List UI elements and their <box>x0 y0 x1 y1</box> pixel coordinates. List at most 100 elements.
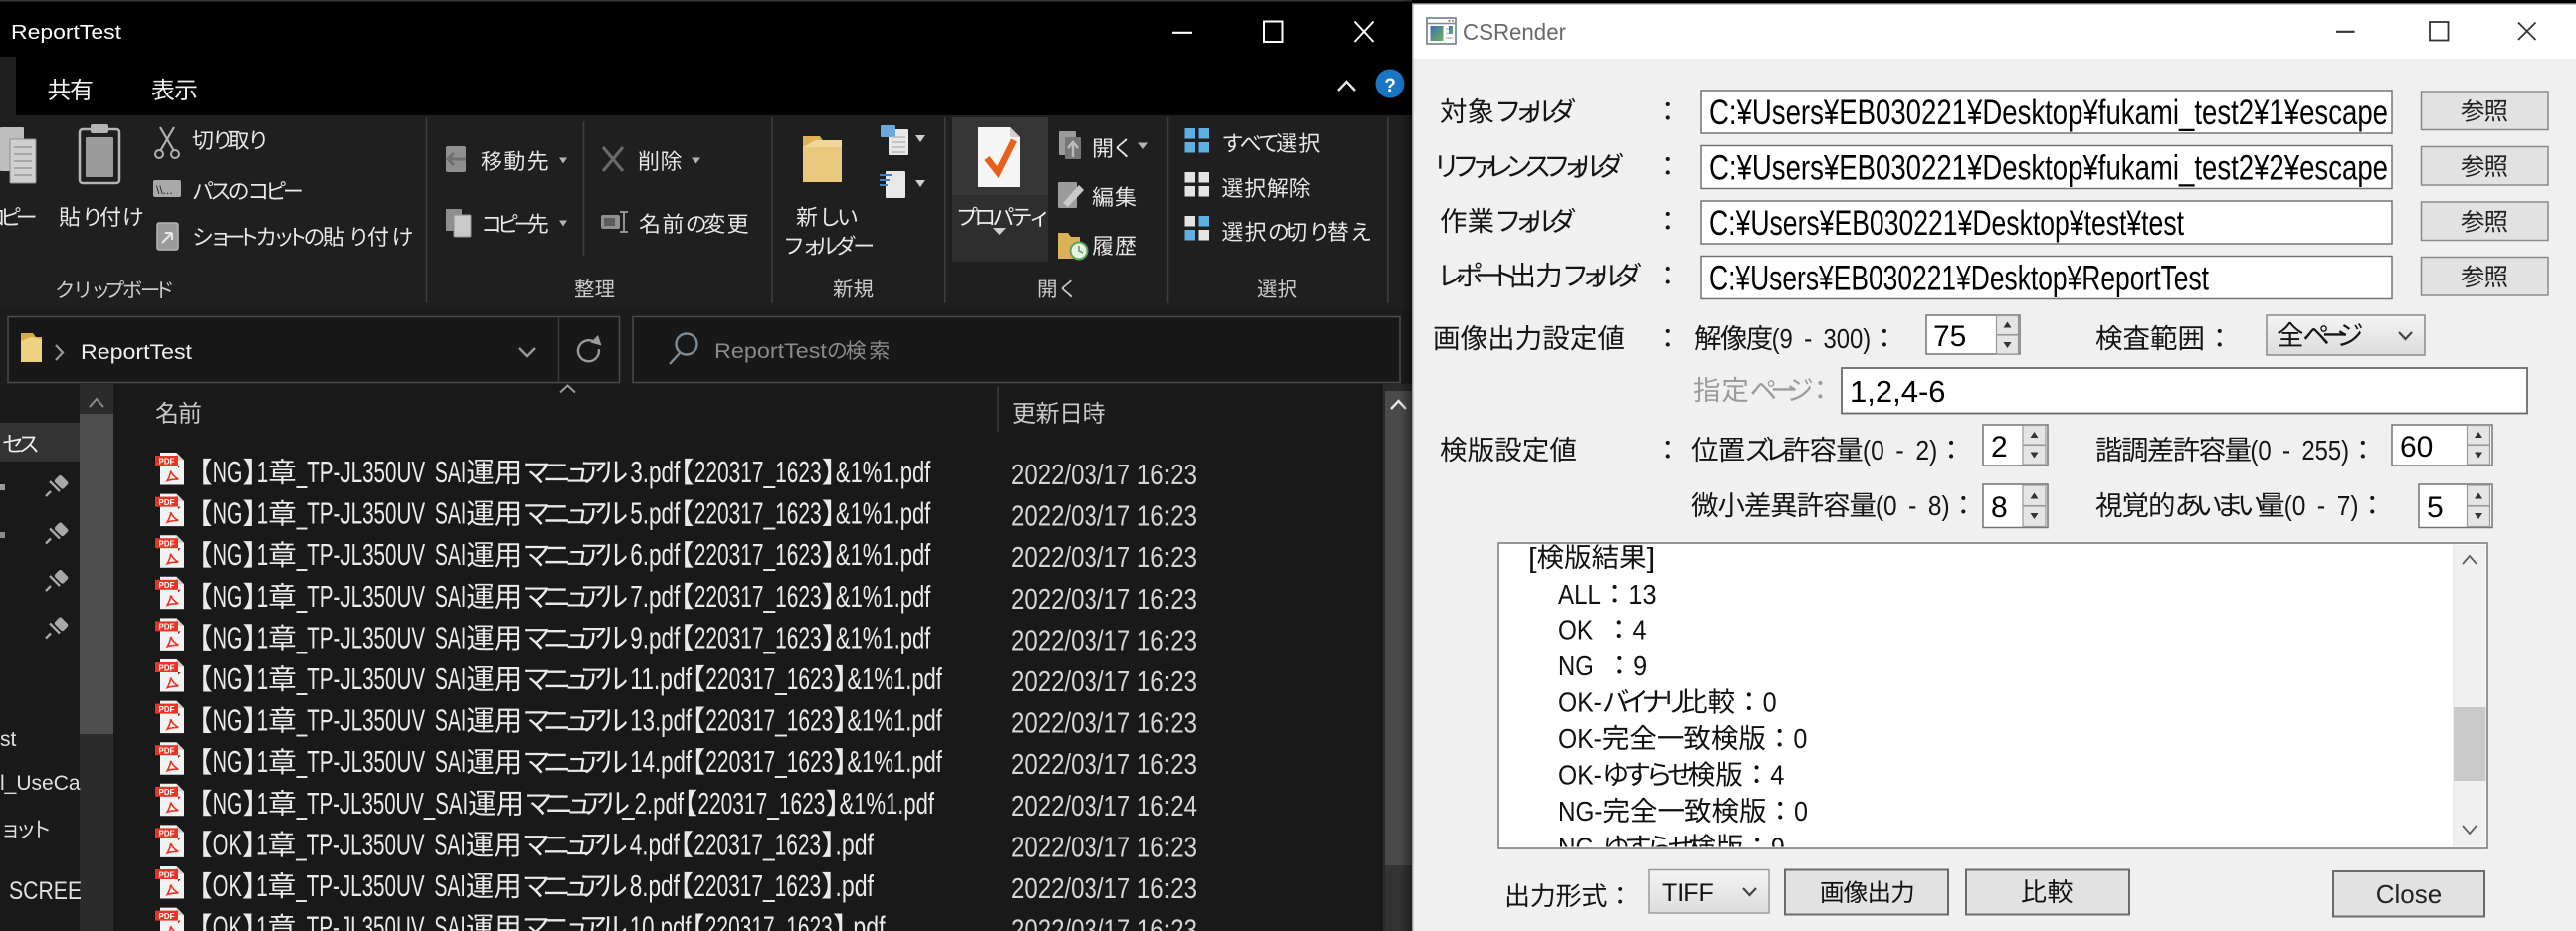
svg-text:C:¥Users¥EB030221¥Desktop¥test: C:¥Users¥EB030221¥Desktop¥test¥test <box>1709 204 2184 243</box>
svg-text:.pdf: .pdf <box>835 869 874 903</box>
svg-text:220317_1623: 220317_1623 <box>694 828 821 861</box>
svg-text:&1%1.pdf: &1%1.pdf <box>840 787 935 821</box>
svg-text:220317_1623: 220317_1623 <box>705 662 833 696</box>
svg-text:220317_1623: 220317_1623 <box>705 704 833 738</box>
svg-text:4.pdf: 4.pdf <box>630 828 681 861</box>
svg-text:1,2,4-6: 1,2,4-6 <box>1850 374 1946 409</box>
svg-text:OK-: OK- <box>1558 723 1602 754</box>
svg-text:13: 13 <box>1628 579 1656 610</box>
svg-text:1: 1 <box>257 580 269 614</box>
svg-text:&1%1.pdf: &1%1.pdf <box>836 456 931 489</box>
svg-text:OK: OK <box>213 828 242 861</box>
svg-text:9: 9 <box>1633 651 1647 681</box>
svg-text:NG: NG <box>213 745 243 779</box>
svg-text:OK: OK <box>1558 615 1594 646</box>
svg-text:7.pdf: 7.pdf <box>630 580 681 614</box>
svg-text:_TP-JL350UV: _TP-JL350UV <box>296 497 426 531</box>
svg-text:&1%1.pdf: &1%1.pdf <box>836 497 931 531</box>
svg-text:220317_1623: 220317_1623 <box>694 497 822 531</box>
svg-text:&1%1.pdf: &1%1.pdf <box>836 580 931 614</box>
svg-text:SAI: SAI <box>435 497 466 531</box>
svg-text:2022/03/17 16:23: 2022/03/17 16:23 <box>1011 832 1197 863</box>
svg-text:&1%1.pdf: &1%1.pdf <box>848 704 943 738</box>
svg-text:1: 1 <box>257 662 269 696</box>
svg-text:_TP-JL350UV: _TP-JL350UV <box>296 704 426 738</box>
svg-text:OK: OK <box>213 911 242 931</box>
svg-text:1: 1 <box>256 911 268 931</box>
svg-text:SAI: SAI <box>435 704 466 738</box>
svg-text:(0: (0 <box>2284 490 2306 521</box>
svg-text:NG: NG <box>213 456 243 489</box>
svg-text:0: 0 <box>1763 687 1777 718</box>
svg-text:0: 0 <box>1793 723 1807 754</box>
svg-text:SAI: SAI <box>434 828 465 861</box>
svg-text:4: 4 <box>1633 615 1647 646</box>
svg-text:8): 8) <box>1928 490 1950 521</box>
svg-text:-: - <box>2317 490 2326 521</box>
svg-text:NG: NG <box>213 787 243 821</box>
svg-text:220317_1623: 220317_1623 <box>694 621 822 654</box>
svg-text:\\...: \\... <box>156 183 173 197</box>
svg-text:220317_1623: 220317_1623 <box>694 869 821 903</box>
svg-text:2022/03/17 16:23: 2022/03/17 16:23 <box>1011 584 1197 616</box>
svg-text:?: ? <box>1384 76 1396 96</box>
svg-text:_TP-JL350UV: _TP-JL350UV <box>296 538 426 572</box>
svg-text:2022/03/17 16:23: 2022/03/17 16:23 <box>1011 666 1197 698</box>
svg-text:6.pdf: 6.pdf <box>630 538 681 572</box>
svg-text:2022/03/17 16:23: 2022/03/17 16:23 <box>1011 625 1197 656</box>
svg-text:&1%1.pdf: &1%1.pdf <box>836 538 931 572</box>
svg-text:8: 8 <box>1991 491 2008 524</box>
svg-text:C:¥Users¥EB030221¥Desktop¥fuka: C:¥Users¥EB030221¥Desktop¥fukami_test2¥1… <box>1709 93 2388 132</box>
svg-text:4: 4 <box>1770 760 1784 791</box>
svg-text:1: 1 <box>257 787 269 821</box>
svg-text:2022/03/17 16:23: 2022/03/17 16:23 <box>1011 542 1197 574</box>
svg-text:2022/03/17 16:23: 2022/03/17 16:23 <box>1011 460 1197 491</box>
svg-text:13.pdf: 13.pdf <box>630 704 692 738</box>
svg-text:_TP-JL350UV: _TP-JL350UV <box>296 621 426 654</box>
svg-text:SAI: SAI <box>434 869 465 903</box>
svg-text:2022/03/17 16:23: 2022/03/17 16:23 <box>1011 501 1197 533</box>
svg-text:5.pdf: 5.pdf <box>630 497 681 531</box>
svg-text:SCREEI: SCREEI <box>9 877 88 905</box>
svg-text:ReportTest: ReportTest <box>11 22 121 44</box>
svg-text:_TP-JL350UV: _TP-JL350UV <box>296 662 426 696</box>
svg-text:220317_1623: 220317_1623 <box>705 911 833 931</box>
svg-text:2022/03/17 16:23: 2022/03/17 16:23 <box>1011 873 1197 905</box>
svg-text:1: 1 <box>257 745 269 779</box>
svg-text:3.pdf: 3.pdf <box>630 456 681 489</box>
svg-text:220317_1623: 220317_1623 <box>694 580 822 614</box>
svg-text:(0: (0 <box>1876 490 1897 521</box>
svg-text:1: 1 <box>257 456 269 489</box>
svg-text:75: 75 <box>1933 320 1966 353</box>
svg-text:2022/03/17 16:24: 2022/03/17 16:24 <box>1011 791 1197 823</box>
svg-text:2): 2) <box>1915 435 1937 466</box>
svg-text:&1%1.pdf: &1%1.pdf <box>848 745 943 779</box>
svg-text:60: 60 <box>2400 431 2433 464</box>
svg-text:NG: NG <box>213 621 243 654</box>
svg-text:ALL: ALL <box>1558 579 1601 610</box>
svg-text:300): 300) <box>1824 323 1872 354</box>
svg-text:_TP-JL350UV: _TP-JL350UV <box>296 911 426 931</box>
svg-text:NG: NG <box>213 662 243 696</box>
svg-text:1: 1 <box>257 621 269 654</box>
svg-text:2022/03/17 16:23: 2022/03/17 16:23 <box>1011 915 1197 931</box>
svg-text:ReportTest: ReportTest <box>714 340 827 363</box>
svg-text:NG: NG <box>213 497 243 531</box>
svg-text:OK-: OK- <box>1558 687 1602 718</box>
svg-text:st: st <box>0 728 17 751</box>
svg-text:[: [ <box>1528 542 1537 573</box>
svg-text:_TP-JL350UV: _TP-JL350UV <box>296 745 426 779</box>
svg-text:2022/03/17 16:23: 2022/03/17 16:23 <box>1011 708 1197 740</box>
svg-text:SAI: SAI <box>435 662 466 696</box>
svg-text:(0: (0 <box>1863 435 1884 466</box>
svg-text:NG: NG <box>1558 651 1594 681</box>
svg-text:-: - <box>2282 435 2290 466</box>
svg-text:255): 255) <box>2301 435 2349 466</box>
svg-text:1: 1 <box>256 828 268 861</box>
svg-text:SAI: SAI <box>435 538 466 572</box>
svg-text:1: 1 <box>257 497 269 531</box>
svg-text:SAI: SAI <box>435 580 466 614</box>
svg-text:-: - <box>1804 323 1812 354</box>
svg-text:OK-: OK- <box>1558 760 1602 791</box>
svg-text:.pdf: .pdf <box>835 828 874 861</box>
